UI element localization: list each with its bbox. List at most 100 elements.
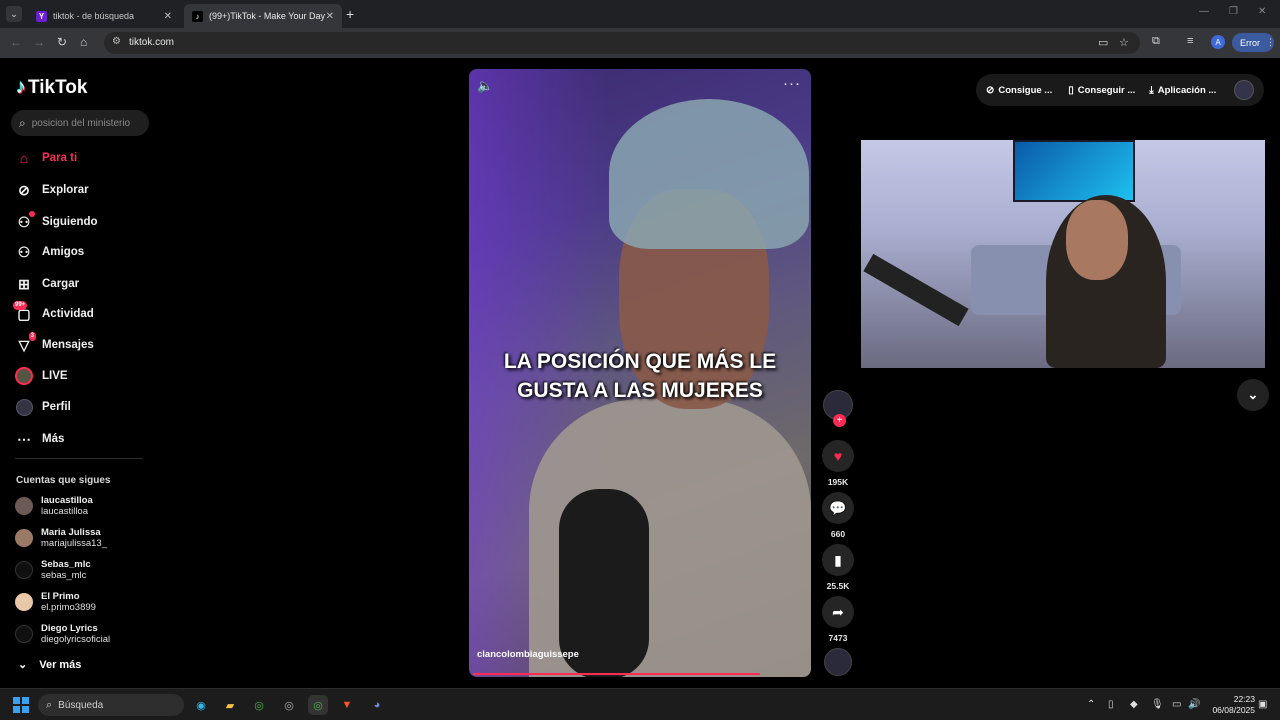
account-name: Sebas_mlc	[41, 559, 91, 570]
nav-actividad[interactable]: ▢ 99+ Actividad	[13, 301, 94, 323]
save-count: 25.5K	[826, 581, 850, 591]
tab-tiktok[interactable]: ♪ (99+)TikTok - Make Your Day ✕	[184, 4, 342, 28]
user-avatar[interactable]	[1234, 80, 1254, 100]
system-clock[interactable]: 22:23 06/08/2025	[1203, 694, 1255, 716]
nav-siguiendo[interactable]: ⚇ Siguiendo	[15, 211, 98, 231]
nav-explorar[interactable]: ⊘ Explorar	[15, 181, 89, 199]
edge-icon[interactable]: ◉	[191, 695, 211, 715]
forward-icon[interactable]: →	[33, 35, 45, 49]
error-button[interactable]: Error ⋮	[1232, 33, 1275, 52]
notifications-icon[interactable]: ▣	[1258, 699, 1267, 710]
nav-label: Mensajes	[42, 339, 94, 351]
chrome-active-icon[interactable]: ◎	[308, 695, 328, 715]
home-button-icon[interactable]: ⌂	[80, 35, 87, 49]
creator-avatar[interactable]: +	[823, 390, 853, 427]
volume-icon[interactable]: 🔈	[477, 78, 493, 94]
chrome-profile-icon[interactable]: ◎	[279, 695, 299, 715]
share-button[interactable]: ➦	[822, 596, 854, 628]
comment-count: 660	[830, 529, 846, 539]
video-caption: LA POSICIÓN QUE MÁS LE GUSTA A LAS MUJER…	[469, 347, 811, 405]
action-bar: + ♥ 195K 💬 660 ▮ 25.5K ➦ 7473	[822, 390, 854, 676]
nav-live[interactable]: LIVE	[15, 367, 68, 385]
tab-title: tiktok - de búsqueda	[53, 11, 135, 21]
reload-icon[interactable]: ↻	[57, 35, 67, 49]
following-account[interactable]: Diego Lyrics diegolyricsoficial	[15, 623, 110, 645]
microphone-icon[interactable]: 🎙	[1151, 699, 1164, 710]
bookmark-star-icon[interactable]: ☆	[1119, 36, 1129, 49]
nav-mas[interactable]: ⋯ Más	[15, 430, 64, 448]
browser-tab-bar: ⌄ Y tiktok - de búsqueda ✕ ♪ (99+)TikTok…	[0, 0, 1280, 28]
floating-video-preview[interactable]	[861, 140, 1265, 368]
tab-search-results[interactable]: Y tiktok - de búsqueda ✕	[28, 4, 180, 28]
desktop-app-button[interactable]: ⤓ Aplicación ...	[1149, 85, 1216, 96]
tab-search-button[interactable]: ⌄	[6, 6, 22, 22]
sidebar-divider	[15, 458, 143, 459]
see-more-label: Ver más	[39, 658, 82, 671]
close-tab-icon[interactable]: ✕	[164, 11, 172, 22]
avatar	[15, 593, 33, 611]
close-tab-icon[interactable]: ✕	[326, 11, 334, 22]
video-progress-bar[interactable]	[473, 673, 761, 675]
save-button[interactable]: ▮	[822, 544, 854, 576]
nav-cargar[interactable]: ⊞ Cargar	[15, 275, 79, 293]
file-explorer-icon[interactable]: ▰	[220, 695, 240, 715]
extensions-icon[interactable]: ⧉	[1152, 35, 1160, 48]
follow-plus-icon[interactable]: +	[833, 414, 846, 427]
chevron-down-icon: ⌄	[1247, 387, 1259, 402]
account-name: Maria Julissa	[41, 527, 101, 538]
discord-icon[interactable]: ◕	[367, 695, 387, 715]
account-handle: el.primo3899	[41, 602, 96, 613]
like-button[interactable]: ♥	[822, 440, 854, 472]
nav-mensajes[interactable]: ▽ 3 Mensajes	[15, 332, 94, 354]
reading-list-icon[interactable]: ≡	[1187, 35, 1193, 47]
error-label: Error	[1240, 37, 1260, 48]
video-player[interactable]: LA POSICIÓN QUE MÁS LE GUSTA A LAS MUJER…	[469, 69, 811, 677]
back-icon[interactable]: ←	[10, 35, 22, 49]
close-window-icon[interactable]: ✕	[1258, 6, 1266, 17]
nav-para-ti[interactable]: ⌂ Para ti	[15, 149, 77, 167]
account-name: laucastilloa	[41, 495, 93, 506]
see-more-button[interactable]: ⌄ Ver más	[18, 658, 82, 672]
new-tab-button[interactable]: +	[346, 6, 354, 22]
tiktok-logo[interactable]: ♪ TikTok	[16, 76, 87, 99]
speaker-icon[interactable]: 🔊	[1188, 699, 1200, 710]
search-icon: ⌕	[46, 698, 53, 711]
following-account[interactable]: laucastilloa laucastilloa	[15, 495, 93, 517]
following-header: Cuentas que sigues	[16, 475, 111, 486]
chrome-icon[interactable]: ◎	[249, 695, 269, 715]
address-bar[interactable]: ⚙ tiktok.com ▭ ☆	[104, 32, 1140, 54]
site-info-icon[interactable]: ⚙	[112, 36, 121, 47]
url-text: tiktok.com	[129, 37, 175, 48]
comment-button[interactable]: 💬	[822, 492, 854, 524]
following-account[interactable]: Maria Julissa mariajulissa13_	[15, 527, 107, 549]
usb-icon[interactable]: ▯	[1108, 699, 1114, 710]
taskbar-search[interactable]: ⌕ Búsqueda	[38, 694, 184, 716]
search-input[interactable]: ⌕ posicion del ministerio	[11, 110, 149, 136]
music-disc-avatar[interactable]	[824, 648, 852, 676]
profile-avatar[interactable]: A	[1211, 35, 1225, 49]
messages-badge: 3	[28, 332, 36, 341]
security-icon[interactable]: ◆	[1130, 699, 1138, 710]
following-account[interactable]: El Primo el.primo3899	[15, 591, 96, 613]
following-account[interactable]: Sebas_mlc sebas_mlc	[15, 559, 91, 581]
brave-icon[interactable]: ▼	[337, 695, 357, 715]
message-icon: ▽ 3	[18, 332, 36, 353]
avatar	[15, 625, 33, 643]
nav-amigos[interactable]: ⚇ Amigos	[15, 243, 84, 261]
minimize-icon[interactable]: —	[1199, 6, 1209, 17]
tab-title: (99+)TikTok - Make Your Day	[209, 11, 325, 21]
windows-start-icon[interactable]	[13, 697, 29, 713]
network-icon[interactable]: ▭	[1172, 699, 1181, 710]
more-options-icon[interactable]: ···	[783, 75, 801, 92]
maximize-icon[interactable]: ❐	[1229, 6, 1238, 17]
profile-icon	[15, 398, 33, 416]
search-value: posicion del ministerio	[31, 117, 131, 129]
next-video-button[interactable]: ⌄	[1237, 379, 1269, 411]
cast-icon[interactable]: ▭	[1098, 36, 1108, 49]
nav-perfil[interactable]: Perfil	[15, 398, 71, 416]
video-author[interactable]: clancolombiaguissepe	[477, 649, 579, 660]
get-coins-button[interactable]: ⊘ Consigue ...	[986, 85, 1052, 96]
tray-overflow-icon[interactable]: ⌃	[1087, 699, 1095, 710]
get-app-button[interactable]: ▯ Conseguir ...	[1068, 85, 1135, 96]
taskbar-search-label: Búsqueda	[58, 699, 104, 711]
